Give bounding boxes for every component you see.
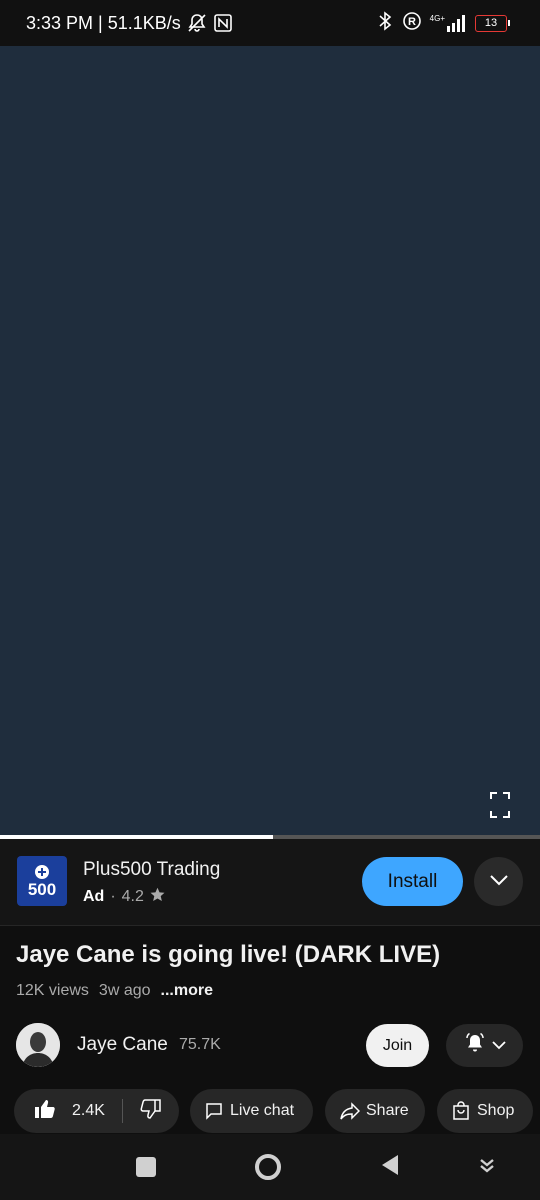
fullscreen-icon[interactable]	[490, 792, 510, 818]
video-player[interactable]	[0, 46, 540, 836]
ad-expand-button[interactable]	[474, 857, 523, 906]
chevron-down-icon	[489, 873, 509, 891]
dislike-button[interactable]	[123, 1098, 179, 1125]
share-label: Share	[366, 1102, 409, 1119]
action-bar: 2.4K Live chat Share Shop	[0, 1089, 540, 1133]
channel-name[interactable]: Jaye Cane	[77, 1034, 168, 1056]
nfc-icon	[213, 13, 233, 33]
ad-rating: 4.2	[121, 888, 144, 905]
ad-title[interactable]: Plus500 Trading	[83, 859, 220, 881]
view-count: 12K views	[16, 982, 89, 999]
status-bar: 3:33 PM | 51.1KB/s R 4G+ 13	[0, 0, 540, 46]
signal-icon: 4G+	[430, 14, 467, 32]
ad-separator: ·	[110, 888, 116, 905]
share-icon	[340, 1102, 360, 1120]
network-type: 4G+	[429, 14, 445, 23]
ad-banner[interactable]: 500 Plus500 Trading Ad · 4.2 Install	[0, 839, 540, 926]
live-chat-button[interactable]: Live chat	[190, 1089, 313, 1133]
video-title[interactable]: Jaye Cane is going live! (DARK LIVE)	[16, 941, 440, 969]
bluetooth-icon	[376, 10, 394, 36]
bell-ringing-icon	[464, 1032, 486, 1059]
star-icon	[150, 887, 165, 907]
channel-avatar[interactable]	[16, 1023, 60, 1067]
svg-text:R: R	[408, 16, 416, 28]
battery-level: 13	[484, 17, 498, 29]
thumbs-up-icon	[34, 1098, 56, 1125]
home-button[interactable]	[248, 1134, 288, 1200]
chat-icon	[205, 1102, 223, 1120]
like-count: 2.4K	[72, 1102, 105, 1119]
assist-button[interactable]	[470, 1134, 504, 1200]
notification-bell-button[interactable]	[446, 1024, 523, 1067]
more-link[interactable]: ...more	[161, 982, 213, 1000]
square-icon	[136, 1157, 156, 1177]
install-button[interactable]: Install	[362, 857, 463, 906]
ad-logo-text: 500	[27, 879, 57, 899]
join-button[interactable]: Join	[366, 1024, 429, 1067]
back-button[interactable]	[370, 1134, 410, 1200]
system-nav-bar	[0, 1134, 540, 1200]
status-left: 3:33 PM | 51.1KB/s	[26, 0, 233, 46]
like-button[interactable]: 2.4K	[14, 1098, 122, 1125]
video-meta[interactable]: 12K views 3w ago ...more	[16, 982, 213, 1000]
share-button[interactable]: Share	[325, 1089, 425, 1133]
ad-tag: Ad	[83, 888, 105, 905]
status-time-speed: 3:33 PM | 51.1KB/s	[26, 12, 181, 33]
ad-meta: Ad · 4.2	[83, 887, 165, 907]
subscriber-count: 75.7K	[179, 1036, 221, 1053]
registered-icon: R	[402, 11, 422, 36]
triangle-back-icon	[380, 1154, 400, 1181]
chevron-down-icon	[491, 1037, 506, 1055]
live-chat-label: Live chat	[230, 1102, 295, 1119]
bell-muted-icon	[187, 13, 207, 33]
channel-row: Jaye Cane 75.7K Join	[0, 1022, 540, 1070]
down-arrow-icon	[479, 1157, 495, 1178]
upload-age: 3w ago	[98, 982, 151, 999]
battery-icon: 13	[475, 14, 510, 32]
circle-home-icon	[255, 1154, 281, 1180]
shop-label: Shop	[477, 1102, 515, 1119]
like-dislike-pill: 2.4K	[14, 1089, 179, 1133]
thumbs-down-icon	[140, 1098, 162, 1125]
shopping-bag-icon	[452, 1101, 470, 1121]
plus-icon	[35, 864, 49, 879]
recents-button[interactable]	[126, 1134, 166, 1200]
plus500-logo: 500	[17, 856, 67, 906]
shop-button[interactable]: Shop	[437, 1089, 533, 1133]
status-right: R 4G+ 13	[376, 0, 510, 46]
